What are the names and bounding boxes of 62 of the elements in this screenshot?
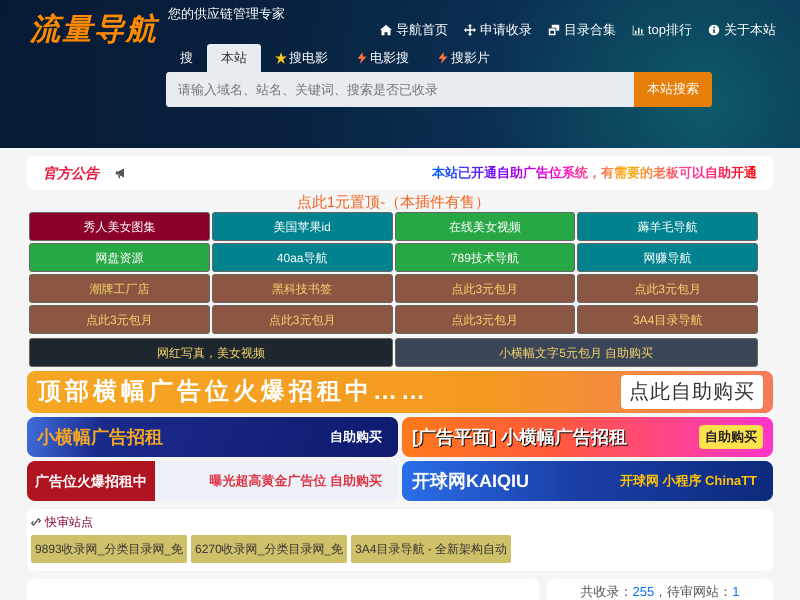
nav-link[interactable]: 目录合集	[548, 20, 616, 40]
star-icon	[275, 52, 287, 64]
link-tile[interactable]: 点此3元包月	[577, 274, 758, 303]
bar-chart-icon	[632, 24, 644, 36]
section-title: 快审站点	[45, 514, 93, 531]
link-tile[interactable]: 点此3元包月	[394, 305, 576, 334]
ad-banner[interactable]: 小横幅广告招租 自助购买	[27, 417, 398, 457]
banner-cta: 自助购买	[329, 428, 383, 446]
banner-headline: 小横幅广告招租	[37, 426, 163, 448]
site-chip[interactable]: 3A4目录导航 - 全新架构自动	[351, 535, 512, 563]
site-chip[interactable]: 6270收录网_分类目录网_免	[191, 535, 348, 563]
site-chip[interactable]: 9893收录网_分类目录网_免	[31, 535, 188, 563]
text-ad[interactable]: 小横幅文字5元包月 自助购买	[394, 338, 758, 367]
link-icon	[31, 517, 41, 527]
search-tab[interactable]: 搜电影	[261, 44, 342, 72]
search-tab[interactable]: 电影搜	[342, 44, 423, 72]
search-tab[interactable]: 搜影片	[423, 44, 504, 72]
stat-value: 255	[632, 583, 654, 600]
ad-banner[interactable]: [广告平面] 小横幅广告招租 自助购买	[402, 417, 773, 457]
link-tile[interactable]: 黑科技书签	[212, 274, 392, 303]
info-icon	[708, 24, 720, 36]
link-tile[interactable]: 40aa导航	[212, 243, 392, 272]
banner-headline: 广告位火爆招租中	[27, 461, 155, 501]
megaphone-icon	[115, 167, 127, 179]
link-tile[interactable]: 薅羊毛导航	[577, 212, 758, 241]
banner-headline: 顶部横幅广告位火爆招租中……	[37, 377, 429, 407]
banner-cta: 曝光超高黄金广告位 自助购买	[208, 472, 383, 490]
ad-banner[interactable]: 开球网KAIQIU 开球网 小程序 ChinaTT	[402, 461, 773, 501]
stat-label: ，待审网站：	[654, 583, 732, 600]
move-icon	[464, 24, 476, 36]
bolt-icon	[437, 52, 449, 64]
banner-cta: 自助购买	[699, 425, 763, 449]
ad-banner[interactable]: 广告位火爆招租中 曝光超高黄金广告位 自助购买	[27, 461, 398, 501]
house-icon	[380, 24, 392, 36]
windows-icon	[548, 24, 560, 36]
search-field[interactable]: 请输入域名、站名、关键词、搜索是否已收录	[166, 72, 634, 106]
link-tile[interactable]: 点此3元包月	[29, 305, 210, 334]
link-tile[interactable]: 点此3元包月	[212, 305, 392, 334]
tagline: 您的供应链管理专家	[168, 5, 285, 23]
stat-label: 共收录：	[580, 583, 633, 600]
link-tile[interactable]: 网赚导航	[577, 243, 758, 272]
link-tile[interactable]: 3A4目录导航	[577, 305, 758, 334]
banner-cta: 开球网 小程序 ChinaTT	[618, 472, 758, 490]
link-tile[interactable]: 点此3元包月	[394, 274, 576, 303]
banner-headline: [广告平面] 小横幅广告招租	[412, 426, 627, 449]
nav-link[interactable]: 申请收录	[464, 20, 532, 40]
link-tile[interactable]: 潮牌工厂店	[29, 274, 210, 303]
banner-cta: 点此自助购买	[621, 375, 763, 409]
search-label: 搜	[179, 49, 194, 67]
nav-link[interactable]: 导航首页	[380, 20, 448, 40]
bolt-icon	[356, 52, 368, 64]
ad-banner[interactable]: 顶部横幅广告位火爆招租中…… 点此自助购买	[27, 371, 773, 413]
link-tile[interactable]: 美国苹果id	[212, 212, 392, 241]
nav-link[interactable]: top排行	[632, 20, 692, 40]
banner-headline: 开球网KAIQIU	[412, 470, 529, 492]
site-logo[interactable]: 流量导航	[24, 12, 164, 48]
text-ad[interactable]: 网红写真，美女视频	[29, 338, 392, 367]
link-tile[interactable]: 秀人美女图集	[29, 212, 210, 241]
nav-link[interactable]: 关于本站	[708, 20, 776, 40]
notice-title: 官方公告	[43, 164, 99, 182]
stat-value: 1	[732, 583, 740, 600]
search-tab[interactable]: 本站	[207, 44, 261, 72]
